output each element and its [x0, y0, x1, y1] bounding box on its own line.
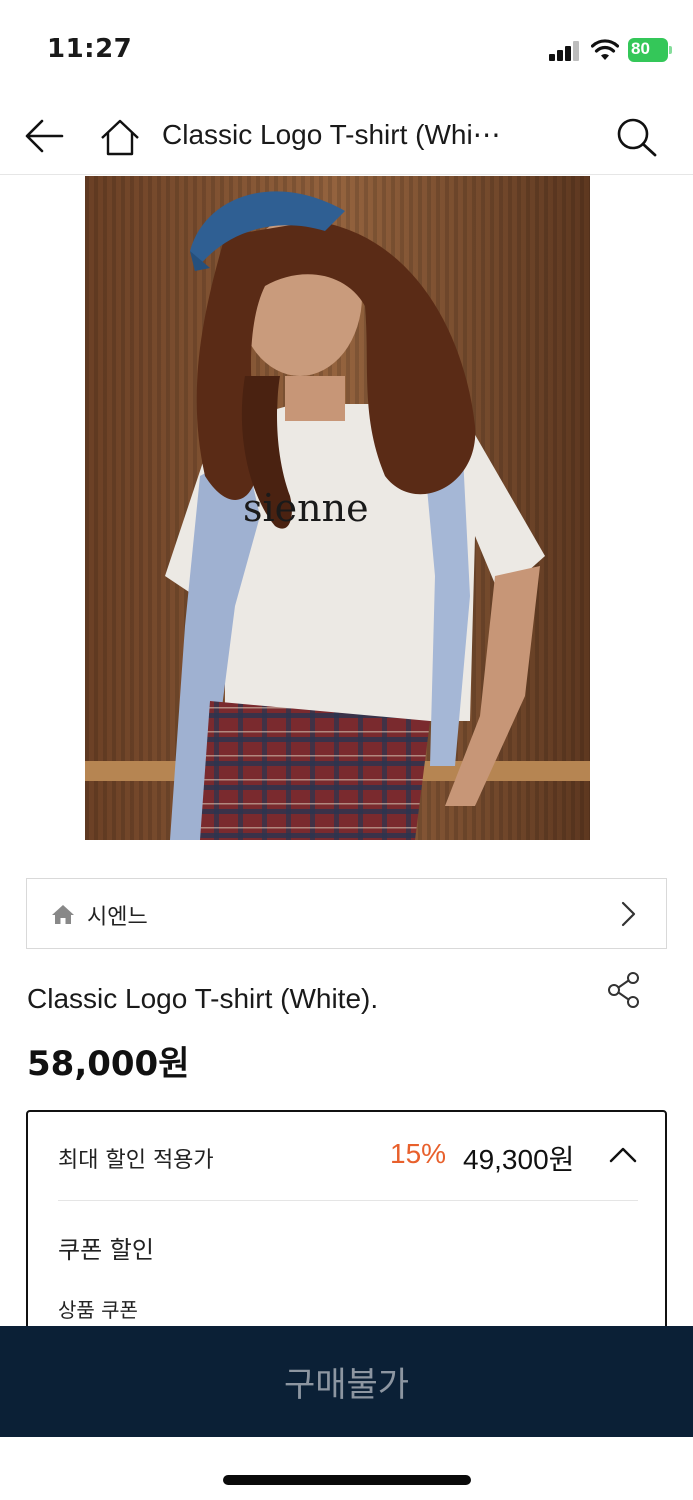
home-icon	[52, 905, 74, 924]
battery-level: 80	[631, 39, 650, 58]
svg-text:sienne: sienne	[243, 486, 369, 530]
discount-label: 최대 할인 적용가	[58, 1148, 214, 1173]
product-price: 58,000원	[27, 1044, 190, 1084]
share-icon[interactable]	[604, 970, 644, 1010]
home-icon[interactable]	[98, 116, 142, 158]
nav-bar: Classic Logo T-shirt (Whi⋯	[0, 100, 693, 175]
back-arrow-icon[interactable]	[22, 116, 66, 156]
signal-icon	[549, 41, 581, 61]
product-photo: sienne	[85, 176, 590, 840]
status-time: 11:27	[47, 34, 133, 64]
home-indicator[interactable]	[223, 1475, 471, 1485]
discount-rate: 15%	[390, 1138, 447, 1169]
divider	[58, 1200, 638, 1201]
chevron-up-icon[interactable]	[606, 1142, 640, 1168]
coupon-subheading: 상품 쿠폰	[58, 1298, 138, 1322]
battery-icon: 80	[628, 38, 672, 62]
search-icon[interactable]	[614, 116, 660, 158]
chevron-right-icon	[621, 901, 636, 927]
wifi-icon	[591, 39, 619, 60]
brand-link[interactable]: 시엔느	[26, 878, 667, 949]
buy-bar: 구매불가	[0, 1326, 693, 1437]
product-title: Classic Logo T-shirt (White).	[27, 983, 379, 1014]
status-bar: 11:27 80	[0, 0, 693, 100]
page-title: Classic Logo T-shirt (Whi⋯	[162, 119, 501, 150]
discount-panel: 최대 할인 적용가 15% 49,300원 쿠폰 할인 상품 쿠폰	[26, 1110, 667, 1350]
discount-price: 49,300원	[463, 1144, 575, 1175]
buy-button[interactable]: 구매불가	[0, 1326, 693, 1437]
brand-name: 시엔느	[87, 905, 148, 930]
product-image[interactable]: sienne	[85, 176, 590, 840]
coupon-heading: 쿠폰 할인	[58, 1236, 154, 1264]
